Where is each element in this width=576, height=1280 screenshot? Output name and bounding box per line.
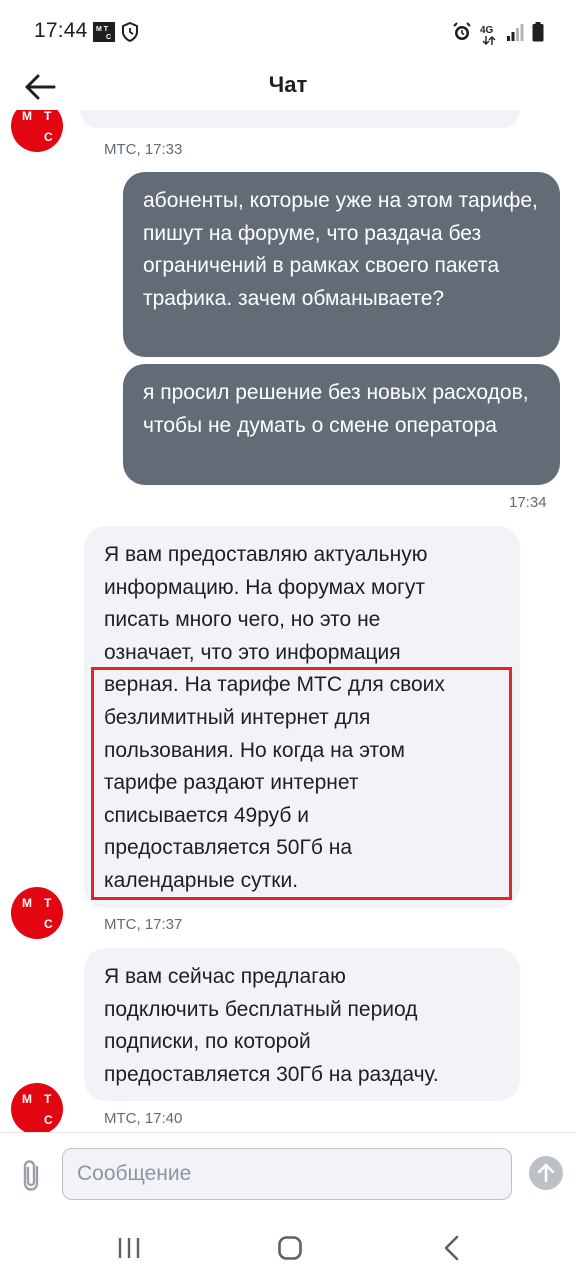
page-title: Чат bbox=[268, 72, 308, 97]
message-composer bbox=[0, 1132, 576, 1217]
home-icon bbox=[278, 1236, 302, 1260]
outgoing-message[interactable]: я просил решение без новых расходов, что… bbox=[123, 364, 560, 485]
status-time: 17:44 bbox=[34, 19, 88, 42]
system-nav-bar bbox=[0, 1216, 576, 1280]
send-button[interactable] bbox=[529, 1156, 563, 1190]
message-line: подключить бесплатный период bbox=[104, 997, 418, 1021]
back-icon bbox=[444, 1235, 459, 1261]
arrow-up-icon bbox=[537, 1163, 555, 1183]
message-input[interactable] bbox=[62, 1148, 512, 1200]
battery-icon bbox=[532, 22, 544, 47]
chat-header: Чат bbox=[0, 62, 576, 110]
outgoing-message[interactable]: абоненты, которые уже на этом тарифе, пи… bbox=[123, 172, 560, 357]
message-line: писать много чего, но это не bbox=[104, 608, 381, 632]
status-bar: 17:44 М ТС 4G bbox=[0, 0, 576, 62]
network-4g-icon: 4G bbox=[480, 25, 498, 45]
avatar: М Т С bbox=[11, 1083, 63, 1132]
avatar: М Т С bbox=[11, 887, 63, 939]
alarm-icon bbox=[452, 22, 472, 47]
chat-messages[interactable]: М Т С МТС, 17:33 абоненты, которые уже н… bbox=[0, 110, 576, 1132]
message-line: информацию. На форумах могут bbox=[104, 575, 425, 599]
message-time: 17:34 bbox=[509, 494, 547, 511]
paperclip-icon bbox=[23, 1160, 39, 1191]
shield-icon bbox=[121, 21, 139, 47]
attach-button[interactable] bbox=[18, 1158, 46, 1194]
message-line: подписки, по которой bbox=[104, 1030, 311, 1054]
avatar: М Т С bbox=[11, 110, 63, 152]
message-line: Я вам предоставляю актуальную bbox=[104, 543, 428, 566]
message-line: Я вам сейчас предлагаю bbox=[104, 965, 346, 988]
nav-back-button[interactable] bbox=[432, 1230, 472, 1266]
svg-text:М Т: М Т bbox=[96, 26, 109, 33]
svg-text:С: С bbox=[106, 34, 111, 41]
previous-message-edge bbox=[80, 110, 520, 128]
recent-apps-button[interactable] bbox=[109, 1230, 149, 1266]
recent-apps-icon bbox=[118, 1238, 140, 1258]
signal-icon bbox=[506, 23, 524, 46]
incoming-message[interactable]: Я вам сейчас предлагаю подключить беспла… bbox=[84, 948, 520, 1101]
message-line: предоставляется 30Гб на раздачу. bbox=[104, 1062, 439, 1086]
message-line: означает, что это информация bbox=[104, 640, 401, 664]
message-meta: МТС, 17:33 bbox=[104, 141, 183, 158]
home-button[interactable] bbox=[270, 1230, 310, 1266]
carrier-logo-icon: М ТС bbox=[93, 22, 115, 47]
message-meta: МТС, 17:40 bbox=[104, 1110, 183, 1127]
red-highlight-frame bbox=[91, 667, 512, 900]
message-meta: МТС, 17:37 bbox=[104, 916, 183, 933]
